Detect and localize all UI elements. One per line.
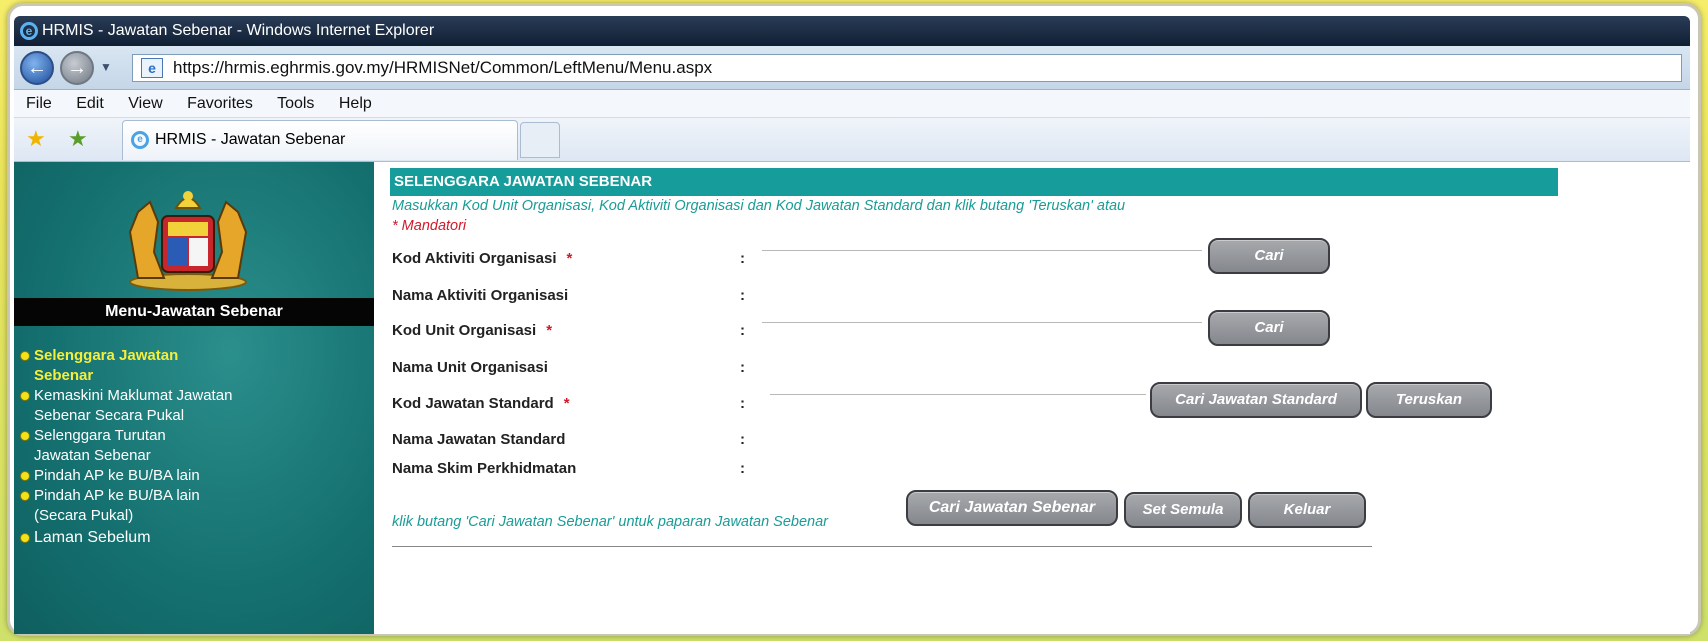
bullet-icon — [20, 391, 30, 401]
nama-jawatan-label: Nama Jawatan Standard — [392, 431, 566, 448]
menu-tools[interactable]: Tools — [277, 95, 314, 112]
nama-aktiviti-label: Nama Aktiviti Organisasi — [392, 287, 569, 304]
colon: : — [740, 250, 745, 267]
forward-arrow-icon[interactable]: → — [60, 51, 94, 85]
page-icon: e — [141, 58, 163, 78]
colon: : — [740, 322, 745, 339]
sidebar-item-label: Pindah AP ke BU/BA lain — [34, 467, 200, 484]
colon: : — [740, 431, 745, 448]
navigation-bar: ← → ▼ e https://hrmis.eghrmis.gov.my/HRM… — [14, 46, 1690, 90]
set-semula-button[interactable]: Set Semula — [1124, 492, 1242, 528]
menu-favorites[interactable]: Favorites — [187, 95, 253, 112]
menu-view[interactable]: View — [128, 95, 162, 112]
tab-bar: ★ ★ e HRMIS - Jawatan Sebenar — [14, 118, 1690, 162]
nama-unit-label: Nama Unit Organisasi — [392, 359, 548, 376]
sidebar-item-label: Pindah AP ke BU/BA lain (Secara Pukal) — [34, 487, 200, 524]
keluar-button[interactable]: Keluar — [1248, 492, 1366, 528]
sidebar-item-laman-sebelum[interactable]: Laman Sebelum — [20, 528, 370, 548]
sidebar-item-kemaskini-maklumat[interactable]: Kemaskini Maklumat Jawatan Sebenar Secar… — [20, 386, 370, 426]
colon: : — [740, 287, 745, 304]
kod-jawatan-input[interactable] — [770, 394, 1146, 395]
kod-jawatan-label: Kod Jawatan Standard * — [392, 395, 570, 412]
window-title-bar: e HRMIS - Jawatan Sebenar - Windows Inte… — [14, 16, 1690, 46]
main-content: SELENGGARA JAWATAN SEBENAR Masukkan Kod … — [374, 162, 1690, 634]
teruskan-button[interactable]: Teruskan — [1366, 382, 1492, 418]
bullet-icon — [20, 351, 30, 361]
nama-skim-label: Nama Skim Perkhidmatan — [392, 460, 577, 477]
required-marker: * — [546, 322, 553, 339]
sidebar-item-label: Kemaskini Maklumat Jawatan Sebenar Secar… — [34, 387, 233, 424]
url-text: https://hrmis.eghrmis.gov.my/HRMISNet/Co… — [173, 58, 713, 77]
ie-logo-icon: e — [20, 22, 38, 40]
sidebar-title: Menu-Jawatan Sebenar — [14, 298, 374, 326]
sidebar-item-label: Selenggara Turutan Jawatan Sebenar — [34, 427, 166, 464]
cari-jawatan-sebenar-button[interactable]: Cari Jawatan Sebenar — [906, 490, 1118, 526]
menu-file[interactable]: File — [26, 95, 52, 112]
bullet-icon — [20, 471, 30, 481]
kod-aktiviti-label: Kod Aktiviti Organisasi * — [392, 250, 572, 267]
kod-unit-label: Kod Unit Organisasi * — [392, 322, 552, 339]
malaysia-crest-icon — [128, 191, 248, 291]
history-dropdown-icon[interactable]: ▼ — [100, 60, 112, 74]
colon: : — [740, 460, 745, 477]
sidebar-menu: Selenggara Jawatan Sebenar Kemaskini Mak… — [20, 346, 370, 548]
colon: : — [740, 395, 745, 412]
cari-unit-button[interactable]: Cari — [1208, 310, 1330, 346]
tab-title: HRMIS - Jawatan Sebenar — [155, 131, 346, 148]
bullet-icon — [20, 431, 30, 441]
required-marker: * — [563, 395, 570, 412]
bullet-icon — [20, 533, 30, 543]
mandatory-note: * Mandatori — [392, 218, 467, 234]
bottom-instruction: klik butang 'Cari Jawatan Sebenar' untuk… — [392, 514, 828, 530]
instruction-text: Masukkan Kod Unit Organisasi, Kod Aktivi… — [392, 198, 1126, 214]
back-arrow-icon[interactable]: ← — [20, 51, 54, 85]
kod-aktiviti-label-text: Kod Aktiviti Organisasi — [392, 250, 557, 267]
kod-jawatan-label-text: Kod Jawatan Standard — [392, 395, 554, 412]
cari-aktiviti-button[interactable]: Cari — [1208, 238, 1330, 274]
kod-aktiviti-input[interactable] — [762, 250, 1202, 251]
cari-jawatan-standard-button[interactable]: Cari Jawatan Standard — [1150, 382, 1362, 418]
section-header: SELENGGARA JAWATAN SEBENAR — [390, 168, 1558, 196]
sidebar-item-pindah-ap-pukal[interactable]: Pindah AP ke BU/BA lain (Secara Pukal) — [20, 486, 370, 526]
menu-bar: File Edit View Favorites Tools Help — [14, 90, 1690, 118]
sidebar-item-pindah-ap[interactable]: Pindah AP ke BU/BA lain — [20, 466, 370, 486]
divider — [392, 546, 1372, 547]
required-marker: * — [566, 250, 573, 267]
kod-unit-input[interactable] — [762, 322, 1202, 323]
favorites-star-icon[interactable]: ★ — [26, 126, 46, 152]
tab-hrmis[interactable]: e HRMIS - Jawatan Sebenar — [122, 120, 518, 160]
bullet-icon — [20, 491, 30, 501]
menu-edit[interactable]: Edit — [76, 95, 104, 112]
colon: : — [740, 359, 745, 376]
sidebar-item-label: Selenggara Jawatan Sebenar — [34, 347, 179, 384]
window-title: HRMIS - Jawatan Sebenar - Windows Intern… — [42, 22, 435, 39]
kod-unit-label-text: Kod Unit Organisasi — [392, 322, 537, 339]
sidebar-item-selenggara-turutan[interactable]: Selenggara Turutan Jawatan Sebenar — [20, 426, 370, 466]
sidebar: Menu-Jawatan Sebenar Selenggara Jawatan … — [14, 162, 374, 634]
menu-help[interactable]: Help — [339, 95, 372, 112]
sidebar-item-label: Laman Sebelum — [34, 529, 151, 546]
add-favorites-icon[interactable]: ★ — [68, 126, 88, 152]
ie-logo-icon: e — [131, 131, 149, 149]
sidebar-item-selenggara-jawatan-sebenar[interactable]: Selenggara Jawatan Sebenar — [20, 346, 370, 386]
new-tab-button[interactable] — [520, 122, 560, 158]
address-bar[interactable]: e https://hrmis.eghrmis.gov.my/HRMISNet/… — [132, 54, 1682, 82]
